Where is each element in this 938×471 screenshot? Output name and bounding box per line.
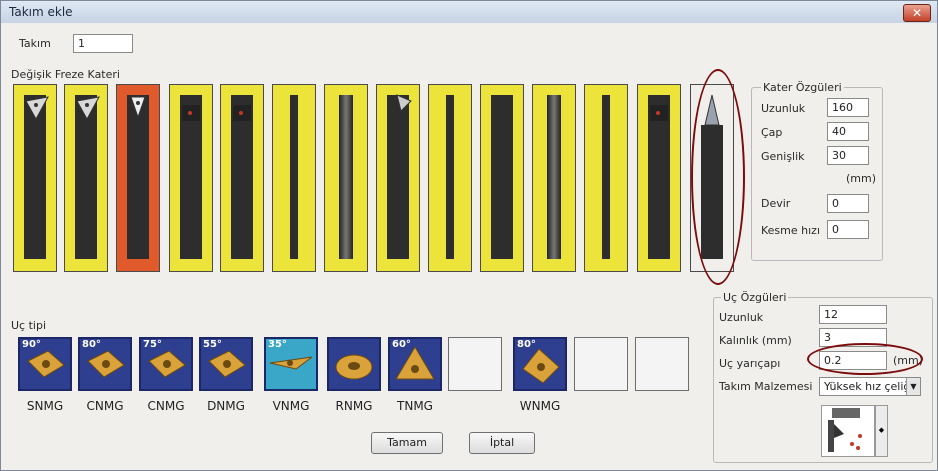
insert-name-label: RNMG [335, 399, 373, 413]
turning-diagram-icon [828, 408, 862, 452]
insert-type-label: Uç tipi [11, 319, 47, 332]
insert-dnmg[interactable]: 55° [199, 337, 253, 391]
highlight-ellipse-tool [691, 69, 745, 285]
preview-spin-button[interactable]: ◆ [875, 405, 888, 457]
cutting-tools-label: Değişik Freze Kateri [11, 68, 120, 81]
title-bar: Takım ekle ✕ [1, 1, 937, 23]
insert-angle-label: 55° [203, 339, 222, 350]
tool-tip-icon [182, 105, 200, 121]
chevron-down-icon[interactable]: ▼ [906, 378, 920, 395]
insert-name-label: VNMG [272, 399, 310, 413]
cutting-speed-label: Kesme hızı [761, 224, 821, 237]
cutting-tool-tap[interactable] [532, 84, 576, 272]
tool-length-input[interactable] [827, 98, 869, 117]
insert-name-label: CNMG [147, 399, 185, 413]
insert-angle-label: 80° [82, 339, 101, 350]
insert-angle-label: 60° [392, 339, 411, 350]
close-button[interactable]: ✕ [903, 4, 931, 22]
tool-diameter-label: Çap [761, 126, 783, 139]
tool-unit-label: (mm) [846, 172, 877, 185]
tool-width-label: Genişlik [761, 150, 805, 163]
tool-diameter-input[interactable] [827, 122, 869, 141]
tool-tip-icon [273, 91, 315, 131]
spindle-speed-input[interactable] [827, 194, 869, 213]
insert-angle-label: 90° [22, 339, 41, 350]
ok-button[interactable]: Tamam [371, 432, 443, 454]
cutting-tool-thin-bar[interactable] [584, 84, 628, 272]
insert-properties-title: Uç Özgüleri [721, 291, 789, 304]
nose-radius-label: Uç yarıçapı [719, 357, 781, 370]
insert-angle-label: 80° [517, 339, 536, 350]
tool-tip-icon [481, 91, 523, 131]
tool-width-input[interactable] [827, 146, 869, 165]
cancel-button[interactable]: İptal [469, 432, 535, 454]
cutting-tool-parting[interactable] [480, 84, 524, 272]
insert-cnmg[interactable]: 75° [139, 337, 193, 391]
insert-empty-slot[interactable] [448, 337, 502, 391]
insert-name-label: WNMG [519, 399, 561, 413]
tool-tip-icon [76, 96, 100, 121]
tool-material-value: Yüksek hız çeliği [824, 380, 914, 393]
cutting-tool-square-insert[interactable] [169, 84, 213, 272]
tool-tip-icon [130, 96, 146, 119]
insert-thickness-label: Kalınlık (mm) [719, 334, 792, 347]
insert-empty-slot[interactable] [635, 337, 689, 391]
tool-material-select[interactable]: Yüksek hız çeliği ▼ [819, 377, 921, 396]
insert-wnmg[interactable]: 80° [513, 337, 567, 391]
tool-tip-icon [650, 105, 668, 121]
cutting-tool-thin-bar[interactable] [428, 84, 472, 272]
cutting-tool-pointed-insert[interactable] [116, 84, 160, 272]
tool-material-label: Takım Malzemesi [719, 380, 813, 393]
cutting-tool-thin-bar[interactable] [272, 84, 316, 272]
insert-name-label: TNMG [397, 399, 433, 413]
tool-number-input[interactable] [73, 34, 133, 53]
cutting-tool-triangle-insert[interactable] [13, 84, 57, 272]
insert-name-label: CNMG [86, 399, 124, 413]
tool-tip-icon [325, 91, 367, 131]
tool-tip-icon [533, 91, 575, 131]
insert-angle-label: 35° [268, 339, 287, 350]
tool-length-label: Uzunluk [761, 102, 806, 115]
cutting-tool-boring[interactable] [376, 84, 420, 272]
insert-vnmg[interactable]: 35° [264, 337, 318, 391]
insert-snmg[interactable]: 90° [18, 337, 72, 391]
tool-tip-icon [585, 91, 627, 131]
highlight-ellipse-radius [807, 343, 923, 375]
insert-length-label: Uzunluk [719, 311, 764, 324]
insert-preview-image [821, 405, 875, 457]
tool-number-label: Takım [19, 37, 51, 50]
insert-angle-label: 75° [143, 339, 162, 350]
insert-name-label: SNMG [26, 399, 64, 413]
spindle-speed-label: Devir [761, 197, 791, 210]
insert-empty-slot[interactable] [574, 337, 628, 391]
tool-tip-icon [396, 94, 412, 112]
cutting-tool-drill[interactable] [324, 84, 368, 272]
insert-rnmg[interactable] [327, 337, 381, 391]
insert-shape-icon [335, 354, 373, 380]
cutting-tool-square-insert[interactable] [220, 84, 264, 272]
tool-properties-title: Kater Özgüleri [761, 81, 844, 94]
cutting-speed-input[interactable] [827, 220, 869, 239]
dialog-window: Takım ekle ✕ Takım Değişik Freze Kateri … [0, 0, 938, 471]
insert-tnmg[interactable]: 60° [388, 337, 442, 391]
insert-length-input[interactable] [819, 305, 887, 324]
insert-cnmg[interactable]: 80° [78, 337, 132, 391]
cutting-tool-square-insert[interactable] [637, 84, 681, 272]
tool-tip-icon [25, 96, 49, 121]
window-title: Takım ekle [9, 5, 73, 19]
tool-tip-icon [429, 91, 471, 131]
cutting-tool-triangle-insert[interactable] [64, 84, 108, 272]
tool-tip-icon [233, 105, 251, 121]
insert-name-label: DNMG [207, 399, 245, 413]
